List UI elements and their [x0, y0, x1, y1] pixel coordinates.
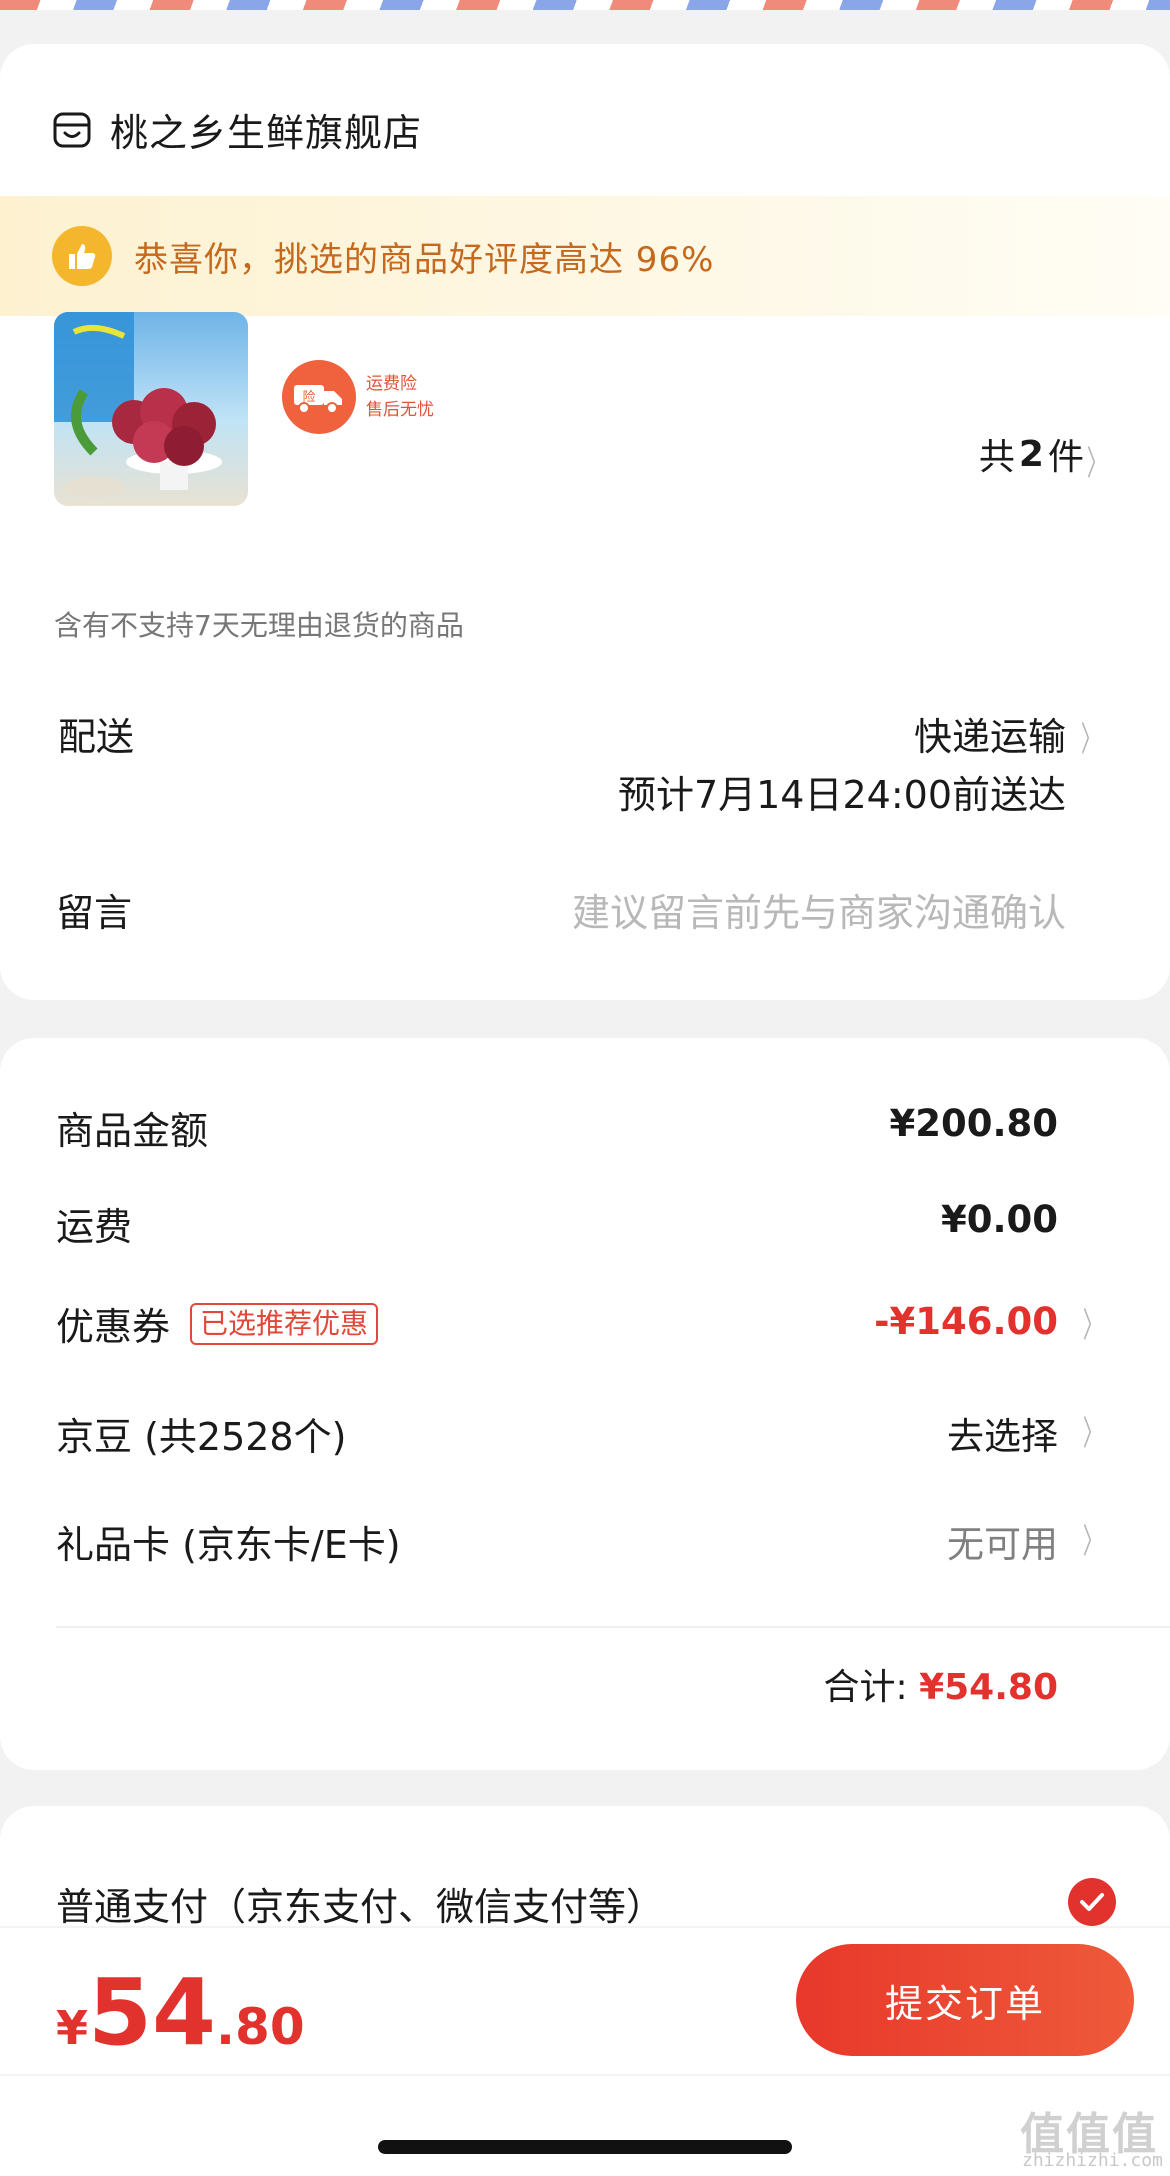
coupon-row[interactable]: 优惠券 已选推荐优惠 [56, 1296, 379, 1351]
chevron-right-icon[interactable]: 〉 [1083, 1514, 1103, 1563]
bottom-total-price: ¥ 54 .80 [56, 1958, 305, 2068]
jd-beans-value[interactable]: 去选择 [947, 1406, 1058, 1460]
amount-integer: 54 [88, 1959, 217, 2066]
total-label: 合计: [823, 1667, 908, 1708]
gift-card-value[interactable]: 无可用 [947, 1514, 1058, 1568]
jd-beans-label: 京豆 (共2528个) [56, 1415, 347, 1459]
count-number: 2 [1018, 433, 1044, 475]
payment-method-label[interactable]: 普通支付（京东支付、微信支付等） [56, 1876, 664, 1931]
thumbs-up-icon [52, 226, 112, 286]
chevron-right-icon[interactable]: 〉 [1087, 436, 1107, 485]
rating-banner: 恭喜你，挑选的商品好评度高达 96% [0, 196, 1170, 316]
delivery-label: 配送 [58, 715, 135, 759]
delivery-method[interactable]: 快递运输 [914, 706, 1066, 761]
freight-value: ¥0.00 [940, 1198, 1058, 1241]
count-suffix: 件 [1047, 437, 1084, 478]
shop-icon [53, 112, 91, 147]
divider [0, 2074, 1170, 2076]
shop-header[interactable]: 桃之乡生鲜旗舰店 [52, 102, 422, 157]
count-prefix: 共 [978, 437, 1015, 478]
coupon-label: 优惠券 [56, 1305, 171, 1349]
banner-text: 恭喜你，挑选的商品好评度高达 96% [134, 239, 715, 280]
check-icon[interactable] [1068, 1878, 1116, 1926]
order-card [0, 44, 1170, 1000]
airmail-border [0, 0, 1170, 10]
shipping-insurance-badge: 险 运费险 售后无忧 [282, 360, 434, 434]
svg-text:险: 险 [302, 390, 315, 405]
coupon-tag: 已选推荐优惠 [190, 1302, 379, 1345]
chevron-right-icon[interactable]: 〉 [1083, 1298, 1103, 1347]
coupon-value[interactable]: -¥146.00 [874, 1300, 1058, 1343]
submit-order-button[interactable]: 提交订单 [796, 1944, 1134, 2056]
freight-label: 运费 [56, 1205, 133, 1249]
message-input[interactable]: 建议留言前先与商家沟通确认 [572, 882, 1066, 937]
item-count[interactable]: 共 2 件 [979, 428, 1084, 480]
gift-card-label: 礼品卡 (京东卡/E卡) [56, 1523, 401, 1567]
chevron-right-icon[interactable]: 〉 [1083, 1406, 1103, 1455]
divider [56, 1626, 1170, 1628]
chevron-right-icon[interactable]: 〉 [1081, 712, 1101, 761]
goods-amount-label: 商品金额 [56, 1109, 209, 1153]
truck-icon: 险 [282, 360, 356, 434]
delivery-eta: 预计7月14日24:00前送达 [617, 773, 1066, 817]
return-policy-notice: 含有不支持7天无理由退货的商品 [54, 609, 464, 642]
shop-name: 桃之乡生鲜旗舰店 [110, 111, 423, 155]
amount-decimal: .80 [216, 1998, 305, 2056]
message-label: 留言 [56, 891, 133, 935]
total-row: 合计: ¥54.80 [823, 1658, 1058, 1710]
badge-line-2: 售后无忧 [366, 400, 434, 420]
product-image[interactable] [54, 312, 248, 506]
total-value: ¥54.80 [919, 1667, 1058, 1708]
badge-line-1: 运费险 [366, 374, 417, 394]
currency-symbol: ¥ [56, 2001, 89, 2055]
goods-amount-value: ¥200.80 [889, 1102, 1058, 1145]
watermark-text: zhizhizhi.com [1022, 2150, 1163, 2171]
home-indicator[interactable] [378, 2140, 792, 2154]
